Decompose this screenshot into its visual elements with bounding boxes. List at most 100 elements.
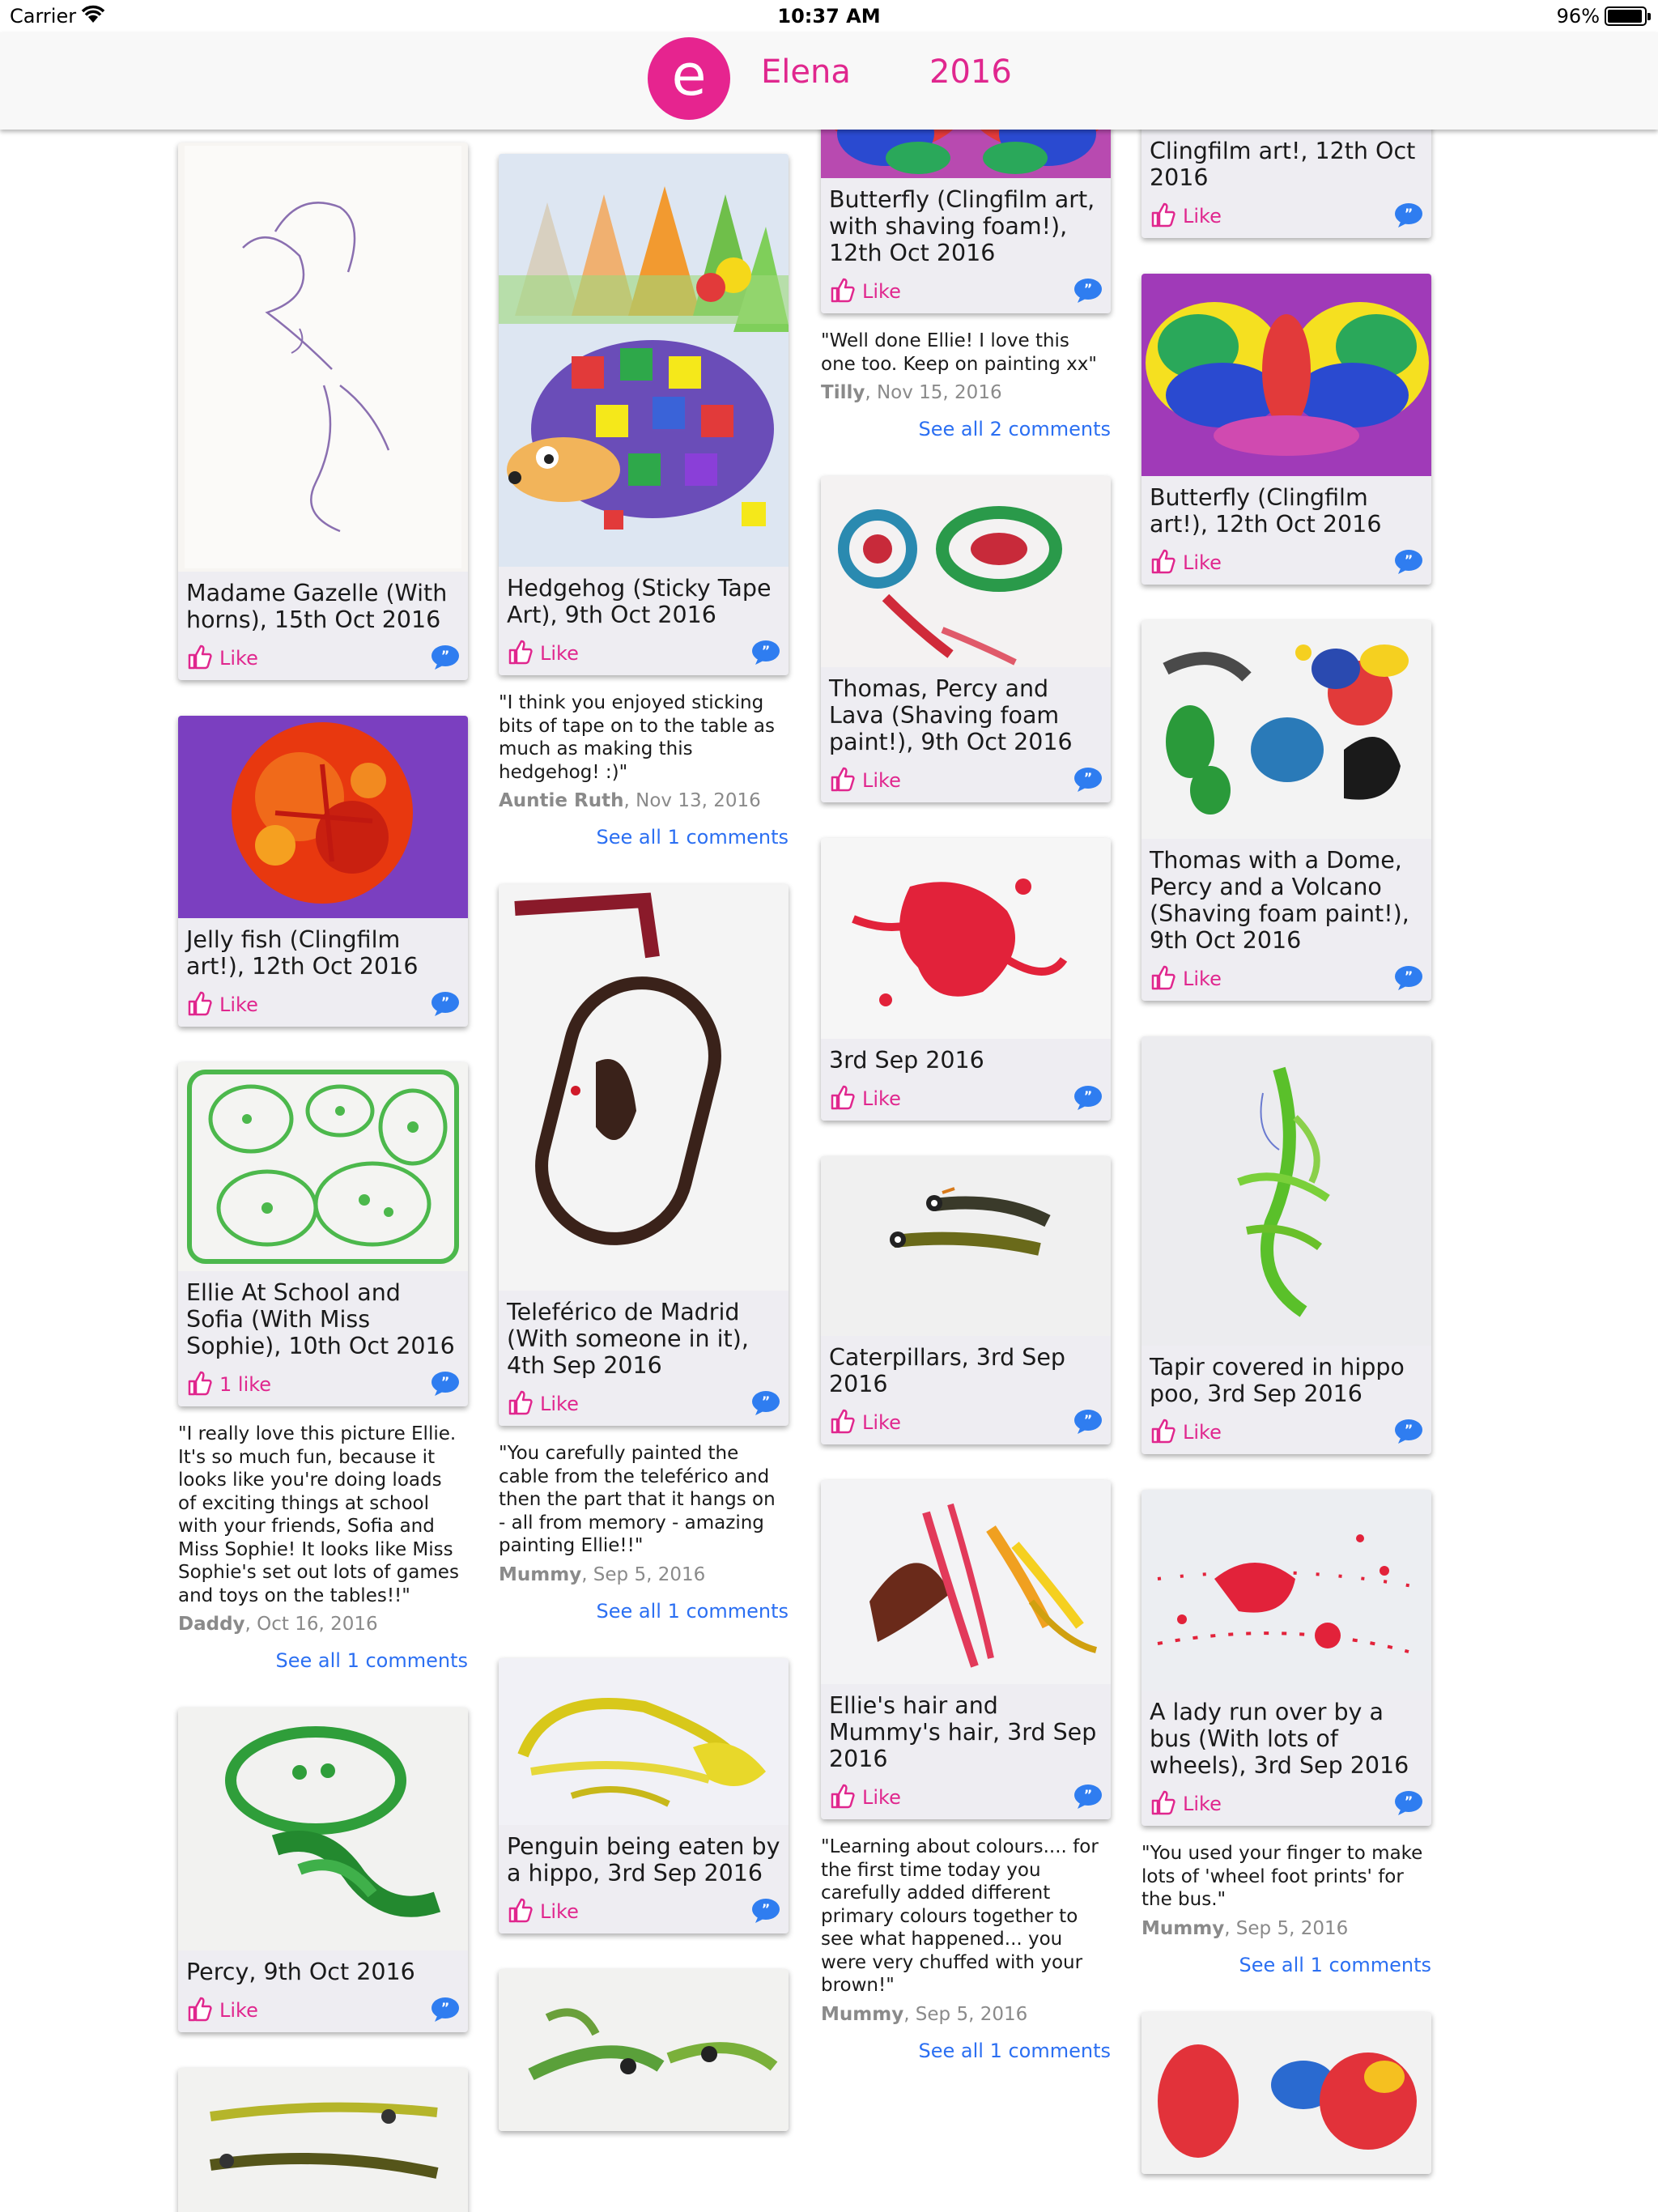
like-button[interactable]: 1 like bbox=[186, 1369, 271, 1400]
like-button[interactable]: Like bbox=[1150, 1789, 1222, 1819]
artwork-card[interactable]: Ellie's hair and Mummy's hair, 3rd Sep 2… bbox=[821, 1480, 1111, 1819]
comment-button[interactable]: ” bbox=[1394, 1419, 1423, 1444]
comment-button[interactable]: ” bbox=[1394, 1790, 1423, 1816]
comment-button[interactable]: ” bbox=[1073, 1409, 1103, 1435]
artwork-image[interactable] bbox=[821, 838, 1111, 1039]
artwork-title: Madame Gazelle (With horns), 15th Oct 20… bbox=[186, 580, 448, 633]
artwork-card[interactable]: Caterpillars, 3rd Sep 2016 Like ” bbox=[821, 1156, 1111, 1444]
artwork-image[interactable] bbox=[1141, 1036, 1431, 1346]
artwork-image[interactable] bbox=[1141, 620, 1431, 839]
artwork-card[interactable]: Jelly fish (Clingfilm art!), 12th Oct 20… bbox=[178, 716, 468, 1027]
feed-column-4: Clingfilm art!, 12th Oct 2016 Like ” Butter… bbox=[1141, 130, 1431, 2210]
artwork-image[interactable] bbox=[1141, 2011, 1431, 2174]
artwork-card[interactable]: A lady run over by a bus (With lots of w… bbox=[1141, 1490, 1431, 1826]
like-button[interactable]: Like bbox=[1150, 963, 1222, 994]
artwork-feed[interactable]: Madame Gazelle (With horns), 15th Oct 20… bbox=[0, 130, 1658, 2212]
artwork-image[interactable] bbox=[178, 1708, 468, 1950]
like-button[interactable]: Like bbox=[186, 1995, 258, 2026]
like-button[interactable]: Like bbox=[829, 765, 901, 796]
see-all-comments-link[interactable]: See all 1 comments bbox=[178, 1649, 469, 1672]
like-button[interactable]: Like bbox=[1150, 1417, 1222, 1448]
like-label: Like bbox=[219, 1999, 258, 2022]
like-button[interactable]: Like bbox=[829, 276, 901, 307]
artwork-card[interactable]: Penguin being eaten by a hippo, 3rd Sep … bbox=[499, 1657, 789, 1933]
comment-button[interactable]: ” bbox=[431, 644, 460, 670]
comment-button[interactable]: ” bbox=[1073, 278, 1103, 304]
app-logo[interactable]: e bbox=[648, 37, 730, 120]
like-button[interactable]: Like bbox=[186, 643, 258, 674]
comment-button[interactable]: ” bbox=[1394, 202, 1423, 228]
like-button[interactable]: Like bbox=[829, 1407, 901, 1438]
comment-button[interactable]: ” bbox=[751, 1390, 780, 1416]
artwork-card[interactable]: Clingfilm art!, 12th Oct 2016 Like ” bbox=[1141, 130, 1431, 238]
artwork-image[interactable] bbox=[499, 154, 789, 567]
comment-button[interactable]: ” bbox=[1394, 549, 1423, 575]
artwork-image[interactable] bbox=[178, 716, 468, 918]
artwork-image[interactable] bbox=[821, 476, 1111, 667]
year-selector[interactable]: 2016 bbox=[929, 53, 1012, 91]
artwork-card[interactable] bbox=[1141, 2011, 1431, 2174]
like-button[interactable]: Like bbox=[186, 989, 258, 1020]
comment-button[interactable]: ” bbox=[1073, 1085, 1103, 1111]
artwork-image[interactable] bbox=[178, 143, 468, 572]
child-name-selector[interactable]: Elena bbox=[761, 53, 851, 91]
comment-button[interactable]: ” bbox=[1073, 1784, 1103, 1810]
artwork-image[interactable] bbox=[821, 1480, 1111, 1684]
like-button[interactable]: Like bbox=[1150, 201, 1222, 232]
artwork-image[interactable] bbox=[1141, 274, 1431, 476]
latest-comment: "Well done Ellie! I love this one too. K… bbox=[821, 330, 1111, 440]
like-button[interactable]: Like bbox=[829, 1083, 901, 1114]
status-bar: Carrier 10:37 AM 96% bbox=[0, 0, 1658, 32]
artwork-card[interactable]: Teleférico de Madrid (With someone in it… bbox=[499, 884, 789, 1426]
comment-button[interactable]: ” bbox=[431, 1997, 460, 2023]
artwork-title: Butterfly (Clingfilm art, with shaving f… bbox=[829, 186, 1095, 266]
see-all-comments-link[interactable]: See all 1 comments bbox=[499, 1600, 789, 1623]
artwork-card[interactable] bbox=[178, 2068, 468, 2212]
comment-meta: Auntie Ruth, Nov 13, 2016 bbox=[499, 790, 789, 811]
comment-bubble-icon: ” bbox=[1073, 278, 1103, 304]
comment-button[interactable]: ” bbox=[751, 640, 780, 666]
artwork-card[interactable]: Hedgehog (Sticky Tape Art), 9th Oct 2016… bbox=[499, 154, 789, 675]
artwork-card[interactable]: Thomas, Percy and Lava (Shaving foam pai… bbox=[821, 476, 1111, 802]
see-all-comments-link[interactable]: See all 1 comments bbox=[1141, 1954, 1432, 1976]
like-button[interactable]: Like bbox=[507, 638, 579, 669]
comment-date: , Nov 15, 2016 bbox=[865, 382, 1002, 403]
comment-button[interactable]: ” bbox=[431, 1371, 460, 1397]
like-button[interactable]: Like bbox=[1150, 547, 1222, 578]
artwork-card[interactable]: Thomas with a Dome, Percy and a Volcano … bbox=[1141, 620, 1431, 1001]
like-label: Like bbox=[540, 642, 579, 665]
thumbs-up-icon bbox=[1150, 1417, 1179, 1448]
artwork-card[interactable]: Ellie At School and Sofia (With Miss Sop… bbox=[178, 1062, 468, 1406]
artwork-image[interactable] bbox=[1141, 1490, 1431, 1691]
comment-author: Mummy bbox=[1141, 1917, 1225, 1939]
comment-button[interactable]: ” bbox=[431, 991, 460, 1017]
see-all-comments-link[interactable]: See all 1 comments bbox=[499, 826, 789, 849]
comment-button[interactable]: ” bbox=[751, 1898, 780, 1924]
artwork-image[interactable] bbox=[499, 1657, 789, 1825]
artwork-image[interactable] bbox=[178, 2068, 468, 2212]
artwork-image[interactable] bbox=[821, 1156, 1111, 1336]
latest-comment: "You used your finger to make lots of 'w… bbox=[1141, 1842, 1431, 1976]
artwork-card[interactable]: Tapir covered in hippo poo, 3rd Sep 2016… bbox=[1141, 1036, 1431, 1454]
artwork-image[interactable] bbox=[178, 1062, 468, 1271]
comment-author: Tilly bbox=[821, 382, 865, 403]
card-actions: Like ” bbox=[821, 755, 1111, 802]
artwork-card[interactable]: 3rd Sep 2016 Like ” bbox=[821, 838, 1111, 1121]
comment-button[interactable]: ” bbox=[1073, 767, 1103, 793]
artwork-card[interactable]: Madame Gazelle (With horns), 15th Oct 20… bbox=[178, 143, 468, 680]
svg-text:”: ” bbox=[1405, 552, 1414, 568]
artwork-image[interactable] bbox=[821, 130, 1111, 178]
see-all-comments-link[interactable]: See all 1 comments bbox=[821, 2040, 1112, 2062]
see-all-comments-link[interactable]: See all 2 comments bbox=[821, 418, 1112, 440]
artwork-card[interactable]: Butterfly (Clingfilm art, with shaving f… bbox=[821, 130, 1111, 313]
artwork-image[interactable] bbox=[499, 884, 789, 1291]
thumbs-up-icon bbox=[507, 1389, 536, 1419]
comment-button[interactable]: ” bbox=[1394, 965, 1423, 991]
artwork-card[interactable] bbox=[499, 1968, 789, 2131]
like-button[interactable]: Like bbox=[507, 1389, 579, 1419]
artwork-image[interactable] bbox=[499, 1968, 789, 2131]
artwork-card[interactable]: Butterfly (Clingfilm art!), 12th Oct 201… bbox=[1141, 274, 1431, 585]
artwork-card[interactable]: Percy, 9th Oct 2016 Like ” bbox=[178, 1708, 468, 2032]
like-button[interactable]: Like bbox=[507, 1896, 579, 1927]
like-button[interactable]: Like bbox=[829, 1782, 901, 1813]
